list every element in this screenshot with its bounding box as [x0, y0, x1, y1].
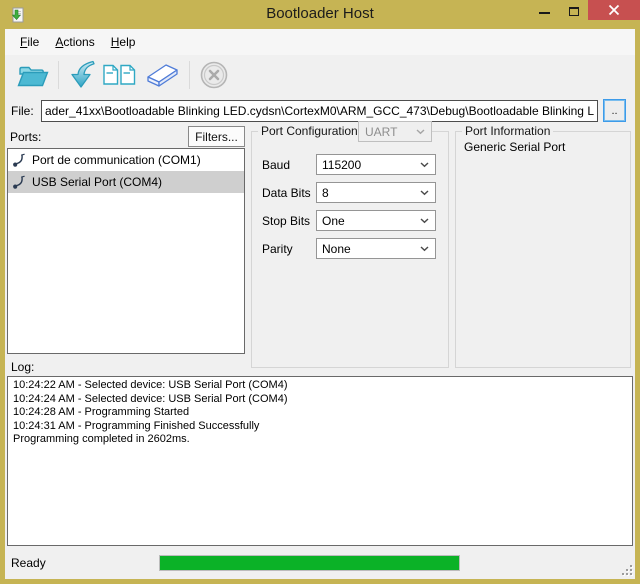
resize-grip[interactable]: [622, 565, 632, 575]
maximize-button[interactable]: [559, 0, 588, 20]
parity-dropdown[interactable]: None: [316, 238, 436, 259]
close-button[interactable]: [588, 0, 640, 20]
verify-button[interactable]: [99, 60, 141, 91]
caption-buttons: [530, 0, 640, 20]
toolbar-separator: [189, 61, 190, 89]
progress-fill: [160, 556, 459, 570]
log-output[interactable]: 10:24:22 AM - Selected device: USB Seria…: [7, 376, 633, 546]
file-row: File: ..: [5, 95, 635, 126]
minimize-button[interactable]: [530, 0, 559, 20]
status-text: Ready: [11, 556, 46, 570]
ports-header: Ports: Filters...: [7, 126, 245, 147]
abort-button[interactable]: [196, 58, 232, 92]
chevron-down-icon: [420, 162, 429, 168]
chevron-down-icon: [420, 190, 429, 196]
config-fields: Baud 115200 Data Bits 8: [252, 132, 448, 259]
open-file-button[interactable]: [14, 60, 52, 91]
erase-button[interactable]: [141, 59, 183, 91]
data-bits-value: 8: [322, 186, 329, 200]
main-area: Ports: Filters... Port de communication …: [5, 126, 635, 368]
close-icon: [608, 4, 620, 16]
data-bits-dropdown[interactable]: 8: [316, 182, 436, 203]
serial-port-icon: [12, 174, 26, 190]
file-label: File:: [11, 104, 41, 118]
protocol-dropdown[interactable]: UART: [358, 121, 432, 142]
serial-port-icon: [12, 152, 26, 168]
menu-actions[interactable]: Actions: [47, 31, 102, 53]
parity-label: Parity: [262, 242, 316, 256]
minimize-icon: [539, 12, 550, 14]
bootloader-host-window: Bootloader Host File Actions Help: [0, 0, 640, 584]
open-folder-icon: [17, 62, 49, 89]
toolbar: [5, 55, 635, 95]
port-item-label: Port de communication (COM1): [32, 153, 201, 167]
log-line: 10:24:31 AM - Programming Finished Succe…: [13, 420, 627, 434]
log-line: 10:24:28 AM - Programming Started: [13, 406, 627, 420]
baud-value: 115200: [322, 158, 361, 172]
stop-bits-value: One: [322, 214, 345, 228]
stop-bits-dropdown[interactable]: One: [316, 210, 436, 231]
statusbar: Ready: [5, 546, 635, 579]
filters-button[interactable]: Filters...: [188, 126, 245, 147]
eraser-icon: [144, 61, 180, 89]
log-line: Programming completed in 2602ms.: [13, 433, 627, 447]
port-information-group: Port Information Generic Serial Port: [455, 131, 631, 368]
client-area: File Actions Help: [5, 29, 635, 579]
port-information-title: Port Information: [462, 124, 553, 138]
titlebar[interactable]: Bootloader Host: [0, 0, 640, 29]
parity-value: None: [322, 242, 351, 256]
log-line: 10:24:22 AM - Selected device: USB Seria…: [13, 379, 627, 393]
maximize-icon: [569, 7, 579, 16]
stop-bits-row: Stop Bits One: [262, 210, 448, 231]
port-list-item-com4[interactable]: USB Serial Port (COM4): [8, 171, 244, 193]
ports-list: Port de communication (COM1) USB Serial …: [7, 148, 245, 354]
ports-panel: Ports: Filters... Port de communication …: [7, 126, 245, 368]
abort-icon: [199, 60, 229, 90]
app-icon: [9, 7, 25, 23]
port-item-label: USB Serial Port (COM4): [32, 175, 162, 189]
menu-help[interactable]: Help: [103, 31, 144, 53]
file-path-input[interactable]: [41, 100, 598, 122]
baud-label: Baud: [262, 158, 316, 172]
port-configuration-group: Port Configuration UART Baud 115200: [251, 131, 449, 368]
chevron-down-icon: [420, 218, 429, 224]
data-bits-label: Data Bits: [262, 186, 316, 200]
log-line: 10:24:24 AM - Selected device: USB Seria…: [13, 393, 627, 407]
port-list-item-com1[interactable]: Port de communication (COM1): [8, 149, 244, 171]
ports-label: Ports:: [10, 130, 41, 144]
program-arrow-icon: [68, 60, 96, 90]
program-button[interactable]: [65, 58, 99, 92]
port-configuration-title: Port Configuration: [258, 124, 361, 138]
chevron-down-icon: [420, 246, 429, 252]
menu-file[interactable]: File: [12, 31, 47, 53]
browse-button[interactable]: ..: [603, 99, 626, 122]
parity-row: Parity None: [262, 238, 448, 259]
verify-documents-icon: [102, 62, 138, 89]
protocol-value: UART: [365, 125, 397, 139]
chevron-down-icon: [416, 129, 425, 135]
toolbar-separator: [58, 61, 59, 89]
menubar: File Actions Help: [5, 29, 635, 55]
baud-row: Baud 115200: [262, 154, 448, 175]
progress-bar: [159, 555, 460, 571]
baud-dropdown[interactable]: 115200: [316, 154, 436, 175]
stop-bits-label: Stop Bits: [262, 214, 316, 228]
data-bits-row: Data Bits 8: [262, 182, 448, 203]
